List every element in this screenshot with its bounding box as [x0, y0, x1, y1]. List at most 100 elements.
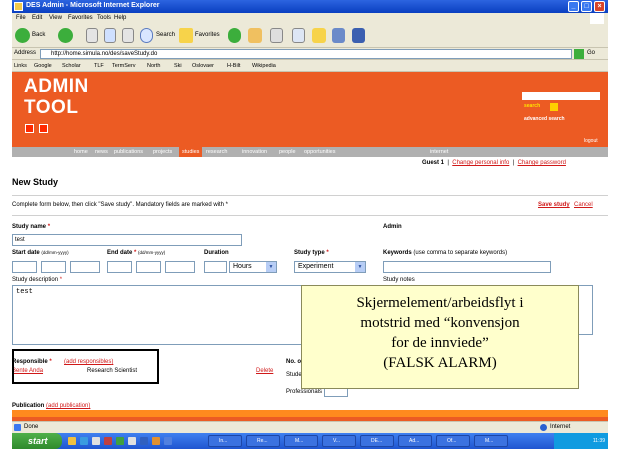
back-icon[interactable]: [15, 28, 30, 43]
taskbar-item[interactable]: M...: [284, 435, 318, 447]
print-icon[interactable]: [270, 28, 283, 43]
nav-innovation[interactable]: innovation: [242, 149, 267, 155]
link-termserv[interactable]: TermServ: [112, 63, 136, 69]
duration-unit-select[interactable]: Hours ▼: [229, 261, 277, 273]
link-google[interactable]: Google: [34, 63, 52, 69]
favorites-label[interactable]: Favorites: [195, 32, 220, 38]
search-icon[interactable]: [140, 28, 153, 43]
link-scholar[interactable]: Scholar: [62, 63, 81, 69]
link-ski[interactable]: Ski: [174, 63, 182, 69]
search-label[interactable]: Search: [156, 32, 175, 38]
guest-name: Guest 1: [422, 160, 445, 166]
start-button[interactable]: start: [12, 433, 62, 449]
change-password-link[interactable]: Change password: [518, 160, 566, 166]
quicklaunch-icon[interactable]: [128, 437, 136, 445]
end-month-input[interactable]: [136, 261, 161, 273]
add-publication-link[interactable]: (add publication): [46, 403, 90, 409]
link-oslovaer[interactable]: Oslovaer: [192, 63, 214, 69]
site-search-input[interactable]: [522, 92, 600, 100]
quicklaunch-icon[interactable]: [80, 437, 88, 445]
link-tlf[interactable]: TLF: [94, 63, 104, 69]
go-label[interactable]: Go: [587, 50, 595, 56]
delete-responsible-link[interactable]: Delete: [256, 368, 273, 374]
link-north[interactable]: North: [147, 63, 160, 69]
research-icon[interactable]: [352, 28, 365, 43]
study-name-input[interactable]: test: [12, 234, 242, 246]
back-label[interactable]: Back: [32, 32, 45, 38]
go-icon[interactable]: [574, 49, 584, 59]
change-personal-link[interactable]: Change personal info: [452, 160, 509, 166]
end-year-input[interactable]: [165, 261, 195, 273]
edit-icon[interactable]: [292, 28, 305, 43]
home-icon[interactable]: [122, 28, 134, 43]
messenger-icon[interactable]: [332, 28, 345, 43]
close-button[interactable]: ×: [594, 1, 605, 12]
nav-projects[interactable]: projects: [153, 149, 172, 155]
save-study-link[interactable]: Save study: [538, 202, 570, 208]
study-description-label: Study description *: [12, 277, 63, 283]
logout-link[interactable]: logout: [584, 138, 598, 144]
nav-people[interactable]: people: [279, 149, 296, 155]
menu-bar: File Edit View Favorites Tools Help: [12, 13, 608, 24]
taskbar-item[interactable]: Ad...: [398, 435, 432, 447]
quicklaunch-icon[interactable]: [68, 437, 76, 445]
nav-opportunities[interactable]: opportunities: [304, 149, 336, 155]
advanced-search-link[interactable]: advanced search: [524, 116, 565, 122]
study-type-value: Experiment: [298, 263, 334, 270]
quicklaunch-icon[interactable]: [92, 437, 100, 445]
duration-input[interactable]: [204, 261, 227, 273]
menu-view[interactable]: View: [49, 15, 62, 21]
globe-icon: [540, 424, 547, 431]
taskbar-item[interactable]: DE...: [360, 435, 394, 447]
menu-edit[interactable]: Edit: [32, 15, 42, 21]
favorites-icon[interactable]: [179, 28, 193, 43]
admin-label: Admin: [383, 224, 402, 230]
study-type-select[interactable]: Experiment ▼: [294, 261, 366, 273]
keywords-input[interactable]: [383, 261, 551, 273]
study-notes-label: Study notes: [383, 277, 415, 283]
search-button[interactable]: search: [524, 103, 540, 109]
cancel-link[interactable]: Cancel: [574, 202, 593, 208]
minimize-button[interactable]: _: [568, 1, 579, 12]
menu-help[interactable]: Help: [114, 15, 126, 21]
address-input[interactable]: http://home.simula.no/des/saveStudy.do: [40, 49, 572, 59]
quicklaunch-icon[interactable]: [152, 437, 160, 445]
menu-favorites[interactable]: Favorites: [68, 15, 93, 21]
nav-internet[interactable]: internet: [430, 149, 448, 155]
link-hbilt[interactable]: H-Bilt: [227, 63, 240, 69]
nav-publications[interactable]: publications: [114, 149, 143, 155]
history-icon[interactable]: [228, 28, 241, 43]
nav-home[interactable]: home: [74, 149, 88, 155]
quicklaunch-icon[interactable]: [104, 437, 112, 445]
taskbar-item[interactable]: In...: [208, 435, 242, 447]
menu-tools[interactable]: Tools: [97, 15, 111, 21]
taskbar-item[interactable]: Of...: [436, 435, 470, 447]
taskbar-item[interactable]: M...: [474, 435, 508, 447]
forward-icon[interactable]: [58, 28, 73, 43]
quicklaunch-icon[interactable]: [164, 437, 172, 445]
clock: 11:39: [592, 438, 605, 444]
taskbar-item[interactable]: Re...: [246, 435, 280, 447]
end-day-input[interactable]: [107, 261, 132, 273]
start-month-input[interactable]: [41, 261, 66, 273]
nav-news[interactable]: news: [95, 149, 108, 155]
quicklaunch-icon[interactable]: [140, 437, 148, 445]
nav-studies[interactable]: studies: [179, 147, 203, 157]
start-day-input[interactable]: [12, 261, 37, 273]
link-wikipedia[interactable]: Wikipedia: [252, 63, 276, 69]
mail-icon[interactable]: [248, 28, 262, 43]
quicklaunch-icon[interactable]: [116, 437, 124, 445]
menu-file[interactable]: File: [16, 15, 26, 21]
nav-research[interactable]: research: [206, 149, 227, 155]
refresh-icon[interactable]: [104, 28, 116, 43]
start-year-input[interactable]: [70, 261, 100, 273]
status-text: Done: [24, 424, 39, 430]
taskbar-item[interactable]: V...: [322, 435, 356, 447]
stop-icon[interactable]: [86, 28, 98, 43]
maximize-button[interactable]: □: [581, 1, 592, 12]
search-go-icon[interactable]: [550, 103, 558, 111]
logo-line-2: TOOL: [24, 97, 79, 118]
chevron-down-icon: ▼: [355, 262, 365, 272]
end-date-label: End date * (dd/mm-yyyy): [107, 250, 166, 256]
folder-icon[interactable]: [312, 28, 326, 43]
